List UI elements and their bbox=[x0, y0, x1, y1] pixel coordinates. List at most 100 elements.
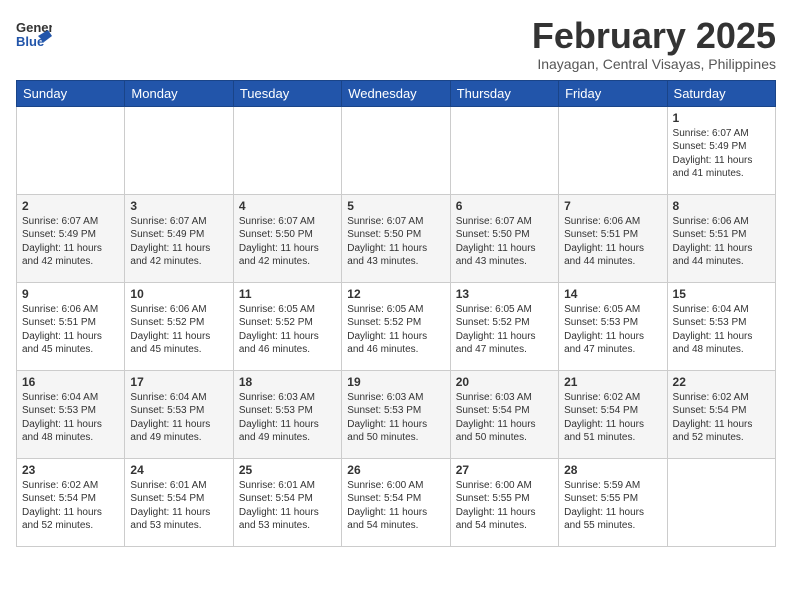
day-number: 2 bbox=[22, 199, 119, 213]
calendar-cell bbox=[450, 106, 558, 194]
day-info: Sunrise: 6:04 AM Sunset: 5:53 PM Dayligh… bbox=[673, 303, 770, 357]
day-number: 28 bbox=[564, 463, 661, 477]
day-info: Sunrise: 6:07 AM Sunset: 5:50 PM Dayligh… bbox=[347, 215, 444, 269]
day-number: 21 bbox=[564, 375, 661, 389]
day-number: 18 bbox=[239, 375, 336, 389]
calendar-cell bbox=[559, 106, 667, 194]
day-number: 26 bbox=[347, 463, 444, 477]
day-info: Sunrise: 6:02 AM Sunset: 5:54 PM Dayligh… bbox=[673, 391, 770, 445]
day-info: Sunrise: 6:02 AM Sunset: 5:54 PM Dayligh… bbox=[564, 391, 661, 445]
calendar-cell: 28 Sunrise: 5:59 AM Sunset: 5:55 PM Dayli… bbox=[559, 458, 667, 546]
calendar-day-header: Tuesday bbox=[233, 80, 341, 106]
day-number: 8 bbox=[673, 199, 770, 213]
day-info: Sunrise: 6:05 AM Sunset: 5:53 PM Dayligh… bbox=[564, 303, 661, 357]
day-info: Sunrise: 6:05 AM Sunset: 5:52 PM Dayligh… bbox=[456, 303, 553, 357]
day-info: Sunrise: 6:07 AM Sunset: 5:50 PM Dayligh… bbox=[239, 215, 336, 269]
day-number: 23 bbox=[22, 463, 119, 477]
day-info: Sunrise: 6:03 AM Sunset: 5:54 PM Dayligh… bbox=[456, 391, 553, 445]
day-number: 7 bbox=[564, 199, 661, 213]
day-number: 10 bbox=[130, 287, 227, 301]
calendar-cell: 27 Sunrise: 6:00 AM Sunset: 5:55 PM Dayli… bbox=[450, 458, 558, 546]
day-number: 15 bbox=[673, 287, 770, 301]
day-number: 27 bbox=[456, 463, 553, 477]
calendar-day-header: Wednesday bbox=[342, 80, 450, 106]
day-number: 3 bbox=[130, 199, 227, 213]
day-number: 24 bbox=[130, 463, 227, 477]
calendar-week-row: 1Sunrise: 6:07 AM Sunset: 5:49 PM Daylig… bbox=[17, 106, 776, 194]
day-number: 9 bbox=[22, 287, 119, 301]
calendar-day-header: Thursday bbox=[450, 80, 558, 106]
calendar-cell: 22Sunrise: 6:02 AM Sunset: 5:54 PM Dayli… bbox=[667, 370, 775, 458]
calendar-cell: 3Sunrise: 6:07 AM Sunset: 5:49 PM Daylig… bbox=[125, 194, 233, 282]
calendar-cell: 14 Sunrise: 6:05 AM Sunset: 5:53 PM Dayli… bbox=[559, 282, 667, 370]
calendar-week-row: 16 Sunrise: 6:04 AM Sunset: 5:53 PM Dayli… bbox=[17, 370, 776, 458]
calendar-cell: 26 Sunrise: 6:00 AM Sunset: 5:54 PM Dayli… bbox=[342, 458, 450, 546]
calendar-cell: 15 Sunrise: 6:04 AM Sunset: 5:53 PM Dayli… bbox=[667, 282, 775, 370]
day-info: Sunrise: 6:04 AM Sunset: 5:53 PM Dayligh… bbox=[130, 391, 227, 445]
calendar-header-row: SundayMondayTuesdayWednesdayThursdayFrid… bbox=[17, 80, 776, 106]
calendar-day-header: Saturday bbox=[667, 80, 775, 106]
day-info: Sunrise: 5:59 AM Sunset: 5:55 PM Dayligh… bbox=[564, 479, 661, 533]
day-info: Sunrise: 6:05 AM Sunset: 5:52 PM Dayligh… bbox=[239, 303, 336, 357]
month-title: February 2025 bbox=[532, 16, 776, 56]
location: Inayagan, Central Visayas, Philippines bbox=[532, 56, 776, 72]
calendar-cell bbox=[233, 106, 341, 194]
calendar-cell: 8 Sunrise: 6:06 AM Sunset: 5:51 PM Daylig… bbox=[667, 194, 775, 282]
day-number: 11 bbox=[239, 287, 336, 301]
calendar-cell: 13 Sunrise: 6:05 AM Sunset: 5:52 PM Dayli… bbox=[450, 282, 558, 370]
day-number: 25 bbox=[239, 463, 336, 477]
calendar-day-header: Sunday bbox=[17, 80, 125, 106]
calendar-week-row: 2 Sunrise: 6:07 AM Sunset: 5:49 PM Daylig… bbox=[17, 194, 776, 282]
calendar-cell: 10 Sunrise: 6:06 AM Sunset: 5:52 PM Dayli… bbox=[125, 282, 233, 370]
day-info: Sunrise: 6:00 AM Sunset: 5:54 PM Dayligh… bbox=[347, 479, 444, 533]
day-info: Sunrise: 6:00 AM Sunset: 5:55 PM Dayligh… bbox=[456, 479, 553, 533]
calendar-cell: 5 Sunrise: 6:07 AM Sunset: 5:50 PM Daylig… bbox=[342, 194, 450, 282]
calendar-cell bbox=[17, 106, 125, 194]
day-number: 1 bbox=[673, 111, 770, 125]
day-number: 12 bbox=[347, 287, 444, 301]
calendar-cell: 17 Sunrise: 6:04 AM Sunset: 5:53 PM Dayli… bbox=[125, 370, 233, 458]
logo: General Blue bbox=[16, 16, 52, 57]
calendar-cell: 12Sunrise: 6:05 AM Sunset: 5:52 PM Dayli… bbox=[342, 282, 450, 370]
title-area: February 2025 Inayagan, Central Visayas,… bbox=[532, 16, 776, 72]
day-info: Sunrise: 6:06 AM Sunset: 5:51 PM Dayligh… bbox=[564, 215, 661, 269]
calendar-cell bbox=[125, 106, 233, 194]
day-number: 13 bbox=[456, 287, 553, 301]
day-number: 4 bbox=[239, 199, 336, 213]
calendar-cell: 23 Sunrise: 6:02 AM Sunset: 5:54 PM Dayli… bbox=[17, 458, 125, 546]
calendar-cell: 7 Sunrise: 6:06 AM Sunset: 5:51 PM Daylig… bbox=[559, 194, 667, 282]
day-number: 14 bbox=[564, 287, 661, 301]
day-number: 17 bbox=[130, 375, 227, 389]
calendar-cell: 19 Sunrise: 6:03 AM Sunset: 5:53 PM Dayli… bbox=[342, 370, 450, 458]
calendar-cell: 6 Sunrise: 6:07 AM Sunset: 5:50 PM Daylig… bbox=[450, 194, 558, 282]
calendar-cell: 9Sunrise: 6:06 AM Sunset: 5:51 PM Daylig… bbox=[17, 282, 125, 370]
calendar-table: SundayMondayTuesdayWednesdayThursdayFrid… bbox=[16, 80, 776, 547]
calendar-cell: 16Sunrise: 6:04 AM Sunset: 5:53 PM Dayli… bbox=[17, 370, 125, 458]
day-info: Sunrise: 6:03 AM Sunset: 5:53 PM Dayligh… bbox=[347, 391, 444, 445]
day-number: 6 bbox=[456, 199, 553, 213]
day-number: 20 bbox=[456, 375, 553, 389]
calendar-cell: 1Sunrise: 6:07 AM Sunset: 5:49 PM Daylig… bbox=[667, 106, 775, 194]
day-info: Sunrise: 6:03 AM Sunset: 5:53 PM Dayligh… bbox=[239, 391, 336, 445]
day-number: 16 bbox=[22, 375, 119, 389]
calendar-cell: 18 Sunrise: 6:03 AM Sunset: 5:53 PM Dayli… bbox=[233, 370, 341, 458]
day-info: Sunrise: 6:07 AM Sunset: 5:50 PM Dayligh… bbox=[456, 215, 553, 269]
svg-text:Blue: Blue bbox=[16, 34, 44, 49]
day-info: Sunrise: 6:06 AM Sunset: 5:51 PM Dayligh… bbox=[673, 215, 770, 269]
day-info: Sunrise: 6:02 AM Sunset: 5:54 PM Dayligh… bbox=[22, 479, 119, 533]
calendar-cell bbox=[342, 106, 450, 194]
calendar-cell: 2 Sunrise: 6:07 AM Sunset: 5:49 PM Daylig… bbox=[17, 194, 125, 282]
calendar-day-header: Friday bbox=[559, 80, 667, 106]
day-info: Sunrise: 6:01 AM Sunset: 5:54 PM Dayligh… bbox=[239, 479, 336, 533]
calendar-cell: 25 Sunrise: 6:01 AM Sunset: 5:54 PM Dayli… bbox=[233, 458, 341, 546]
calendar-day-header: Monday bbox=[125, 80, 233, 106]
day-info: Sunrise: 6:06 AM Sunset: 5:52 PM Dayligh… bbox=[130, 303, 227, 357]
calendar-cell: 24Sunrise: 6:01 AM Sunset: 5:54 PM Dayli… bbox=[125, 458, 233, 546]
calendar-week-row: 23 Sunrise: 6:02 AM Sunset: 5:54 PM Dayli… bbox=[17, 458, 776, 546]
calendar-cell: 21 Sunrise: 6:02 AM Sunset: 5:54 PM Dayli… bbox=[559, 370, 667, 458]
logo-icon: General Blue bbox=[16, 16, 52, 57]
day-number: 5 bbox=[347, 199, 444, 213]
day-info: Sunrise: 6:07 AM Sunset: 5:49 PM Dayligh… bbox=[22, 215, 119, 269]
day-number: 19 bbox=[347, 375, 444, 389]
calendar-cell: 20 Sunrise: 6:03 AM Sunset: 5:54 PM Dayli… bbox=[450, 370, 558, 458]
